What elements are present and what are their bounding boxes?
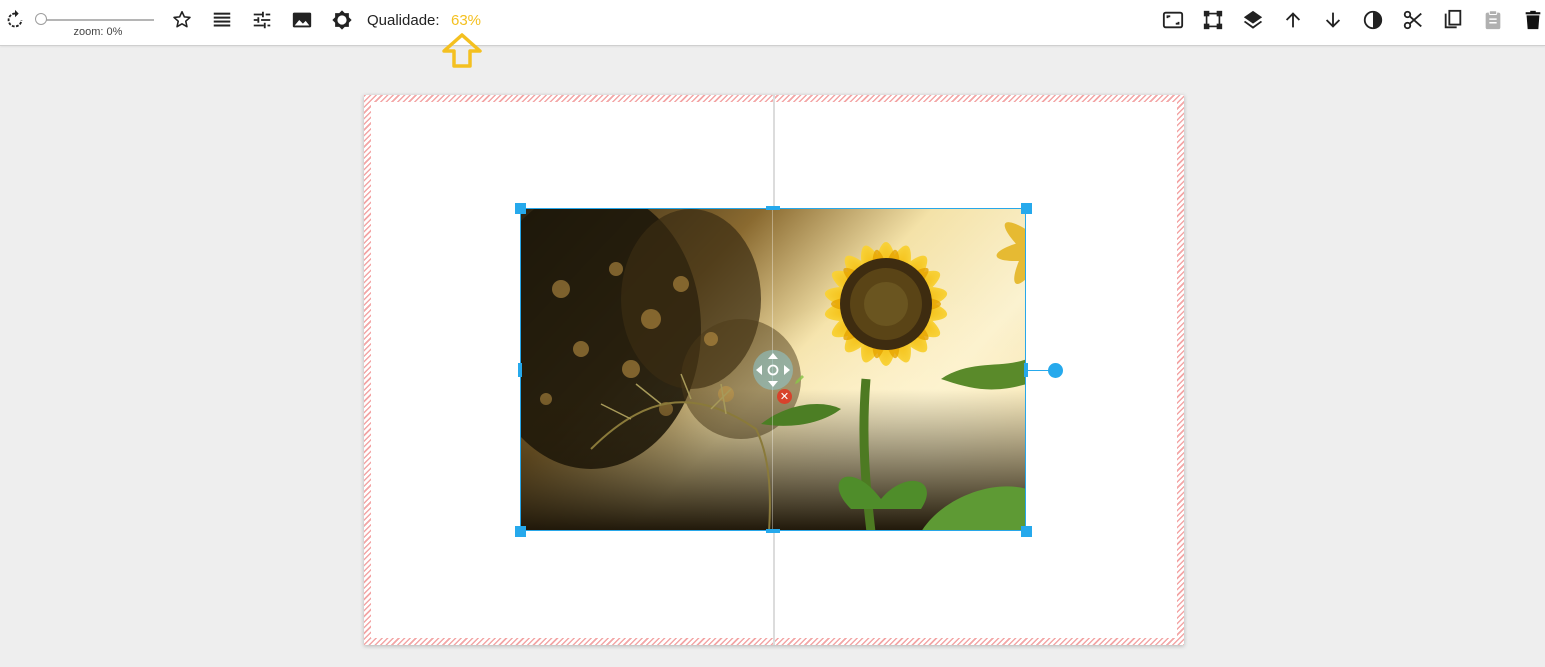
edit-icon[interactable] <box>793 373 806 386</box>
lines-icon[interactable] <box>210 8 234 32</box>
reload-icon[interactable] <box>3 8 27 32</box>
delete-icon[interactable]: ✕ <box>777 389 792 404</box>
brightness-icon[interactable] <box>330 8 354 32</box>
quality-value: 63% <box>451 12 482 29</box>
move-icon[interactable] <box>753 350 793 390</box>
aspect-ratio-icon[interactable] <box>1161 8 1185 32</box>
rotate-handle[interactable] <box>1048 363 1063 378</box>
tune-icon[interactable] <box>250 8 274 32</box>
resize-handle-bottom[interactable] <box>766 529 780 533</box>
clipboard-icon[interactable] <box>1481 8 1505 32</box>
arrow-down-icon[interactable] <box>1321 8 1345 32</box>
crop-free-icon[interactable] <box>1201 8 1225 32</box>
resize-handle-top[interactable] <box>766 206 780 210</box>
zoom-thumb[interactable] <box>35 13 47 25</box>
resize-handle-top-left[interactable] <box>515 203 526 214</box>
resize-handle-bottom-right[interactable] <box>1021 526 1032 537</box>
resize-handle-left[interactable] <box>518 363 522 377</box>
star-icon[interactable] <box>170 8 194 32</box>
layers-icon[interactable] <box>1241 8 1265 32</box>
arrow-up-icon[interactable] <box>1281 8 1305 32</box>
scissors-icon[interactable] <box>1401 8 1425 32</box>
trash-icon[interactable] <box>1521 8 1545 32</box>
toolbar: zoom: 0% Qualidade: 63% <box>0 0 1545 46</box>
contrast-icon[interactable] <box>1361 8 1385 32</box>
resize-handle-top-right[interactable] <box>1021 203 1032 214</box>
resize-handle-bottom-left[interactable] <box>515 526 526 537</box>
copy-icon[interactable] <box>1441 8 1465 32</box>
quality-label: Qualidade: <box>367 12 440 29</box>
zoom-track[interactable] <box>42 19 154 21</box>
image-icon[interactable] <box>290 8 314 32</box>
quality-arrow-icon <box>440 32 484 70</box>
zoom-label: zoom: 0% <box>73 26 123 38</box>
